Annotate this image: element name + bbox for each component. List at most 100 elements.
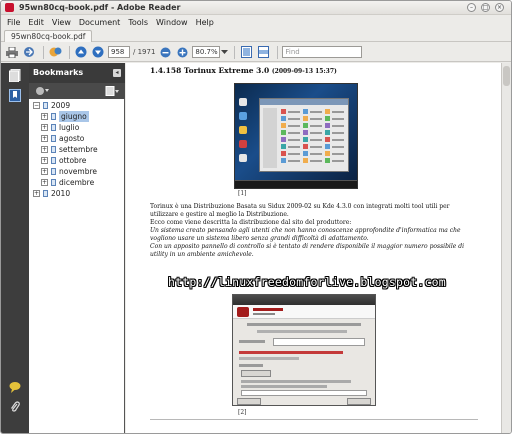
screenshot-app-label [288,132,300,134]
usb-installer-screenshot [232,294,376,406]
paragraph-quote-1: Un sistema creato pensando agli utenti c… [150,227,461,242]
attachments-icon[interactable] [9,401,21,414]
menu-tools[interactable]: Tools [128,18,148,27]
tab-document[interactable]: 95wn80cq-book.pdf [4,30,93,42]
bookmark-page-icon [51,168,56,175]
collaborate-button[interactable] [48,45,62,59]
toolbar-separator [43,45,44,59]
screenshot-app-icon [325,144,330,149]
expand-toggle[interactable]: + [41,124,48,131]
fit-page-button[interactable] [239,45,253,59]
menu-window[interactable]: Window [156,18,188,27]
print-icon [6,46,18,58]
menu-file[interactable]: File [7,18,20,27]
bookmark-label: ottobre [59,156,87,165]
expand-toggle[interactable]: + [41,113,48,120]
next-page-button[interactable] [91,45,105,59]
share-icon [23,47,34,57]
paragraph-intro: Torinux è una Distribuzione Basata su Si… [150,203,450,218]
bookmark-item[interactable]: +2010 [29,188,124,199]
maximize-button[interactable]: □ [481,3,490,12]
bookmarks-icon[interactable] [9,89,21,102]
scrollbar-thumb[interactable] [503,66,510,86]
bookmark-item[interactable]: + ottobre [29,155,124,166]
bookmarks-title: Bookmarks [33,68,84,77]
screenshot-app-label [332,153,344,155]
menu-view[interactable]: View [52,18,71,27]
bookmark-item[interactable]: + novembre [29,166,124,177]
menu-edit[interactable]: Edit [28,18,44,27]
tab-bar: 95wn80cq-book.pdf [1,29,511,42]
screenshot-app-icon [281,123,286,128]
torinux-logo [237,307,249,317]
paragraph-description: Ecco come viene descritta la distribuzio… [150,219,352,226]
new-bookmark-icon[interactable] [105,86,119,96]
bookmark-item[interactable]: + giugno [29,111,124,122]
screenshot-app-icon [281,116,286,121]
section-heading: 1.4.158 Torinux Extreme 3.0 (2009-09-13 … [150,66,337,75]
expand-toggle[interactable]: + [41,179,48,186]
zoom-out-icon [160,47,171,57]
share-button[interactable] [22,45,36,59]
app-window: 95wn80cq-book.pdf - Adobe Reader – □ × F… [0,0,512,434]
screenshot-app-label [332,125,344,127]
expand-toggle[interactable]: + [41,157,48,164]
pages-icon[interactable] [9,69,21,82]
screenshot-app-label [310,132,322,134]
comments-icon[interactable] [9,381,21,394]
options-icon[interactable] [35,86,49,96]
zoom-dropdown-button[interactable] [220,45,228,59]
fit-width-button[interactable] [256,45,270,59]
collapse-toggle[interactable]: − [33,102,40,109]
prev-page-button[interactable] [74,45,88,59]
screenshot-app-label [310,111,322,113]
zoom-out-button[interactable] [158,45,172,59]
expand-toggle[interactable]: + [41,135,48,142]
bookmark-page-icon [51,157,56,164]
bookmark-label: 2010 [51,189,71,198]
toolbar: 958 / 1971 80.7% Find [1,43,511,62]
paragraph-quote-2: Con un apposito pannello di controllo si… [150,243,464,258]
bookmarks-panel: Bookmarks ◂ −2009 + giugno + luglio + agosto + s… [29,63,125,433]
bookmark-item[interactable]: + agosto [29,133,124,144]
zoom-in-button[interactable] [175,45,189,59]
screenshot-app-icon [303,123,308,128]
bookmark-item[interactable]: + dicembre [29,177,124,188]
print-button[interactable] [5,45,19,59]
adobe-reader-icon [5,3,14,12]
bookmark-item[interactable]: + luglio [29,122,124,133]
screenshot-app-label [332,139,344,141]
bookmark-item[interactable]: + settembre [29,144,124,155]
bookmark-page-icon [43,102,48,109]
bookmark-item[interactable]: − 2009 [29,100,124,111]
zoom-dropdown-icon [220,50,228,54]
page-number-input[interactable]: 958 [108,46,130,58]
close-panel-button[interactable]: ◂ [113,69,121,77]
screenshot-app-label [332,118,344,120]
zoom-input[interactable]: 80.7% [192,46,221,58]
expand-toggle[interactable]: + [41,168,48,175]
find-input[interactable]: Find [282,46,363,58]
screenshot-app-label [288,139,300,141]
figure-caption-1: [1] [238,190,247,197]
toolbar-separator [69,45,70,59]
menu-help[interactable]: Help [196,18,214,27]
expand-toggle[interactable]: + [33,190,40,197]
pdf-page: 1.4.158 Torinux Extreme 3.0 (2009-09-13 … [142,63,486,433]
vertical-scrollbar[interactable] [501,63,511,433]
screenshot-app-icon [325,130,330,135]
screenshot-app-icon [303,116,308,121]
close-button[interactable]: × [495,3,504,12]
screenshot-app-label [310,160,322,162]
screenshot-app-label [288,160,300,162]
screenshot-app-label [310,118,322,120]
screenshot-app-label [288,111,300,113]
menu-document[interactable]: Document [79,18,120,27]
screenshot-app-label [310,125,322,127]
screenshot-taskbar [235,180,357,188]
minimize-button[interactable]: – [467,3,476,12]
expand-toggle[interactable]: + [41,146,48,153]
screenshot-app-icon [325,151,330,156]
bookmark-label: settembre [59,145,98,154]
screenshot-app-icon [303,158,308,163]
